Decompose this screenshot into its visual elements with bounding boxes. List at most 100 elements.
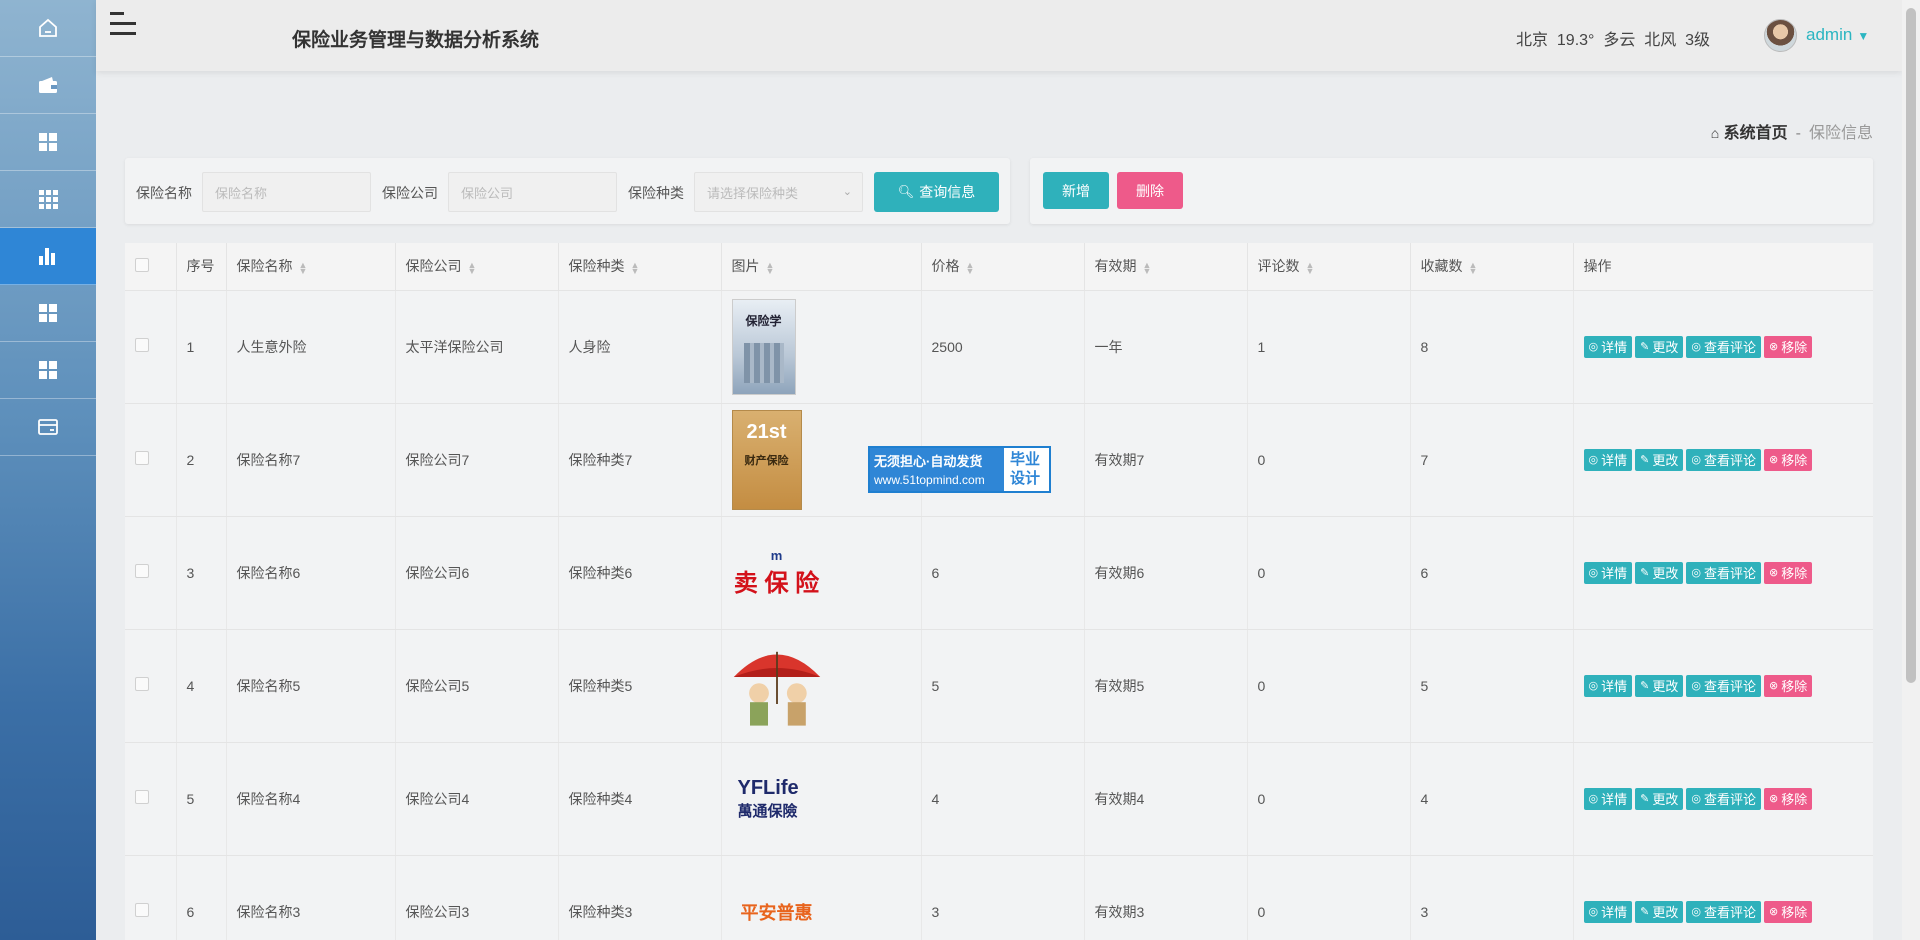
edit-button[interactable]: ✎ 更改 xyxy=(1635,674,1684,697)
sidebar-item-apps[interactable] xyxy=(0,171,96,228)
type-select[interactable]: 请选择保险种类 ⌄ xyxy=(694,172,863,212)
sidebar-item-home[interactable] xyxy=(0,0,96,57)
breadcrumb-separator: - xyxy=(1795,125,1801,142)
remove-button[interactable]: ⊗ 移除 xyxy=(1763,561,1813,584)
col-index: 序号 xyxy=(176,243,227,291)
remove-button[interactable]: ⊗ 移除 xyxy=(1763,787,1813,810)
cell-company: 保险公司3 xyxy=(395,855,559,940)
col-company[interactable]: 保险公司 ▲ ▼ xyxy=(395,243,559,291)
sidebar-item-grid-1[interactable] xyxy=(0,114,96,171)
remove-button[interactable]: ⊗ 移除 xyxy=(1763,448,1813,471)
cell-index: 4 xyxy=(176,629,227,743)
delete-button[interactable]: 删除 xyxy=(1117,172,1183,209)
sort-icon[interactable]: ▲ ▼ xyxy=(468,260,477,275)
col-comments[interactable]: 评论数 ▲ ▼ xyxy=(1247,243,1411,291)
cell-name: 人生意外险 xyxy=(226,290,396,404)
col-price[interactable]: 价格 ▲ ▼ xyxy=(921,243,1085,291)
cell-comments: 0 xyxy=(1247,403,1411,517)
col-image[interactable]: 图片 ▲ ▼ xyxy=(721,243,922,291)
sort-icon[interactable]: ▲ ▼ xyxy=(1469,260,1478,275)
sort-icon[interactable]: ▲ ▼ xyxy=(299,260,308,275)
col-name[interactable]: 保险名称 ▲ ▼ xyxy=(226,243,396,291)
detail-button[interactable]: ◎ 详情 xyxy=(1583,674,1633,697)
sidebar-item-grid-3[interactable] xyxy=(0,342,96,399)
breadcrumb-home[interactable]: 系统首页 xyxy=(1724,125,1788,142)
view-comments-button[interactable]: ◎ 查看评论 xyxy=(1686,674,1761,697)
book-cover-image: 21st 财产保险 xyxy=(731,409,802,510)
page-scrollbar[interactable] xyxy=(1902,0,1920,940)
detail-button[interactable]: ◎ 详情 xyxy=(1583,787,1633,810)
edit-button[interactable]: ✎ 更改 xyxy=(1635,335,1684,358)
search-icon: ◎ xyxy=(1588,906,1599,918)
user-menu[interactable]: admin ▼ xyxy=(1806,25,1869,45)
col-ops: 操作 xyxy=(1573,243,1873,291)
cell-company: 保险公司5 xyxy=(395,629,559,743)
row-select-cell xyxy=(125,403,177,517)
row-checkbox[interactable] xyxy=(135,790,149,804)
pencil-icon: ✎ xyxy=(1640,454,1650,466)
view-comments-button[interactable]: ◎ 查看评论 xyxy=(1686,561,1761,584)
insurance-logo-image: m卖 保 险 xyxy=(733,547,820,597)
sidebar-item-grid-2[interactable] xyxy=(0,285,96,342)
edit-button[interactable]: ✎ 更改 xyxy=(1635,900,1684,923)
pencil-icon: ✎ xyxy=(1640,680,1650,692)
cell-image: 保险学 xyxy=(721,290,922,404)
col-favorites[interactable]: 收藏数 ▲ ▼ xyxy=(1410,243,1574,291)
select-all-checkbox[interactable] xyxy=(135,257,149,272)
cell-comments: 1 xyxy=(1247,290,1411,404)
col-validity[interactable]: 有效期 ▲ ▼ xyxy=(1084,243,1248,291)
row-select-cell xyxy=(125,629,177,743)
row-checkbox[interactable] xyxy=(135,451,149,465)
home-icon xyxy=(39,18,57,37)
company-input[interactable]: 保险公司 xyxy=(448,172,617,212)
sidebar-item-card[interactable] xyxy=(0,399,96,456)
view-comments-button[interactable]: ◎ 查看评论 xyxy=(1686,335,1761,358)
caret-down-icon: ▼ xyxy=(1857,29,1870,43)
edit-button[interactable]: ✎ 更改 xyxy=(1635,561,1684,584)
cell-comments: 0 xyxy=(1247,629,1411,743)
sort-icon[interactable]: ▲ ▼ xyxy=(1306,260,1315,275)
sort-icon[interactable]: ▲ ▼ xyxy=(966,260,975,275)
name-input[interactable]: 保险名称 xyxy=(202,172,371,212)
add-button[interactable]: 新增 xyxy=(1043,172,1109,209)
sort-icon[interactable]: ▲ ▼ xyxy=(1143,260,1152,275)
close-circle-icon: ⊗ xyxy=(1768,567,1779,579)
cell-company: 保险公司7 xyxy=(395,403,559,517)
detail-button[interactable]: ◎ 详情 xyxy=(1583,561,1633,584)
detail-button[interactable]: ◎ 详情 xyxy=(1583,448,1633,471)
remove-button[interactable]: ⊗ 移除 xyxy=(1763,674,1813,697)
menu-toggle-icon[interactable] xyxy=(110,12,138,40)
remove-button[interactable]: ⊗ 移除 xyxy=(1763,900,1813,923)
view-comments-button[interactable]: ◎ 查看评论 xyxy=(1686,900,1761,923)
view-comments-button[interactable]: ◎ 查看评论 xyxy=(1686,787,1761,810)
username: admin xyxy=(1806,25,1853,44)
sort-icon[interactable]: ▲ ▼ xyxy=(766,260,775,275)
scrollbar-thumb[interactable] xyxy=(1906,8,1916,683)
sidebar-item-wallet[interactable] xyxy=(0,57,96,114)
view-comments-button[interactable]: ◎ 查看评论 xyxy=(1686,448,1761,471)
row-checkbox[interactable] xyxy=(135,903,149,917)
col-type[interactable]: 保险种类 ▲ ▼ xyxy=(558,243,722,291)
row-checkbox[interactable] xyxy=(135,338,149,352)
table-row: 6 保险名称3 保险公司3 保险种类3 平安普惠 3 有效期3 0 3 ◎ 详情 … xyxy=(125,855,1873,940)
sort-icon[interactable]: ▲ ▼ xyxy=(631,260,640,275)
remove-button[interactable]: ⊗ 移除 xyxy=(1763,335,1813,358)
cell-ops: ◎ 详情 ✎ 更改 ◎ 查看评论 ⊗ 移除 xyxy=(1573,516,1873,630)
row-checkbox[interactable] xyxy=(135,677,149,691)
sidebar-item-charts[interactable] xyxy=(0,228,96,285)
cell-name: 保险名称5 xyxy=(226,629,396,743)
detail-button[interactable]: ◎ 详情 xyxy=(1583,335,1633,358)
detail-button[interactable]: ◎ 详情 xyxy=(1583,900,1633,923)
row-checkbox[interactable] xyxy=(135,564,149,578)
edit-button[interactable]: ✎ 更改 xyxy=(1635,787,1684,810)
cell-index: 1 xyxy=(176,290,227,404)
grid-icon xyxy=(39,133,57,151)
cell-price: 3 xyxy=(921,855,1085,940)
cell-company: 太平洋保险公司 xyxy=(395,290,559,404)
type-select-placeholder: 请选择保险种类 xyxy=(707,185,799,201)
query-button[interactable]: 🔍︎ 查询信息 xyxy=(874,172,999,212)
yflife-logo-image: YFLife 萬通保險 xyxy=(737,776,799,820)
row-select-cell xyxy=(125,855,177,940)
edit-button[interactable]: ✎ 更改 xyxy=(1635,448,1684,471)
avatar[interactable] xyxy=(1764,19,1797,52)
